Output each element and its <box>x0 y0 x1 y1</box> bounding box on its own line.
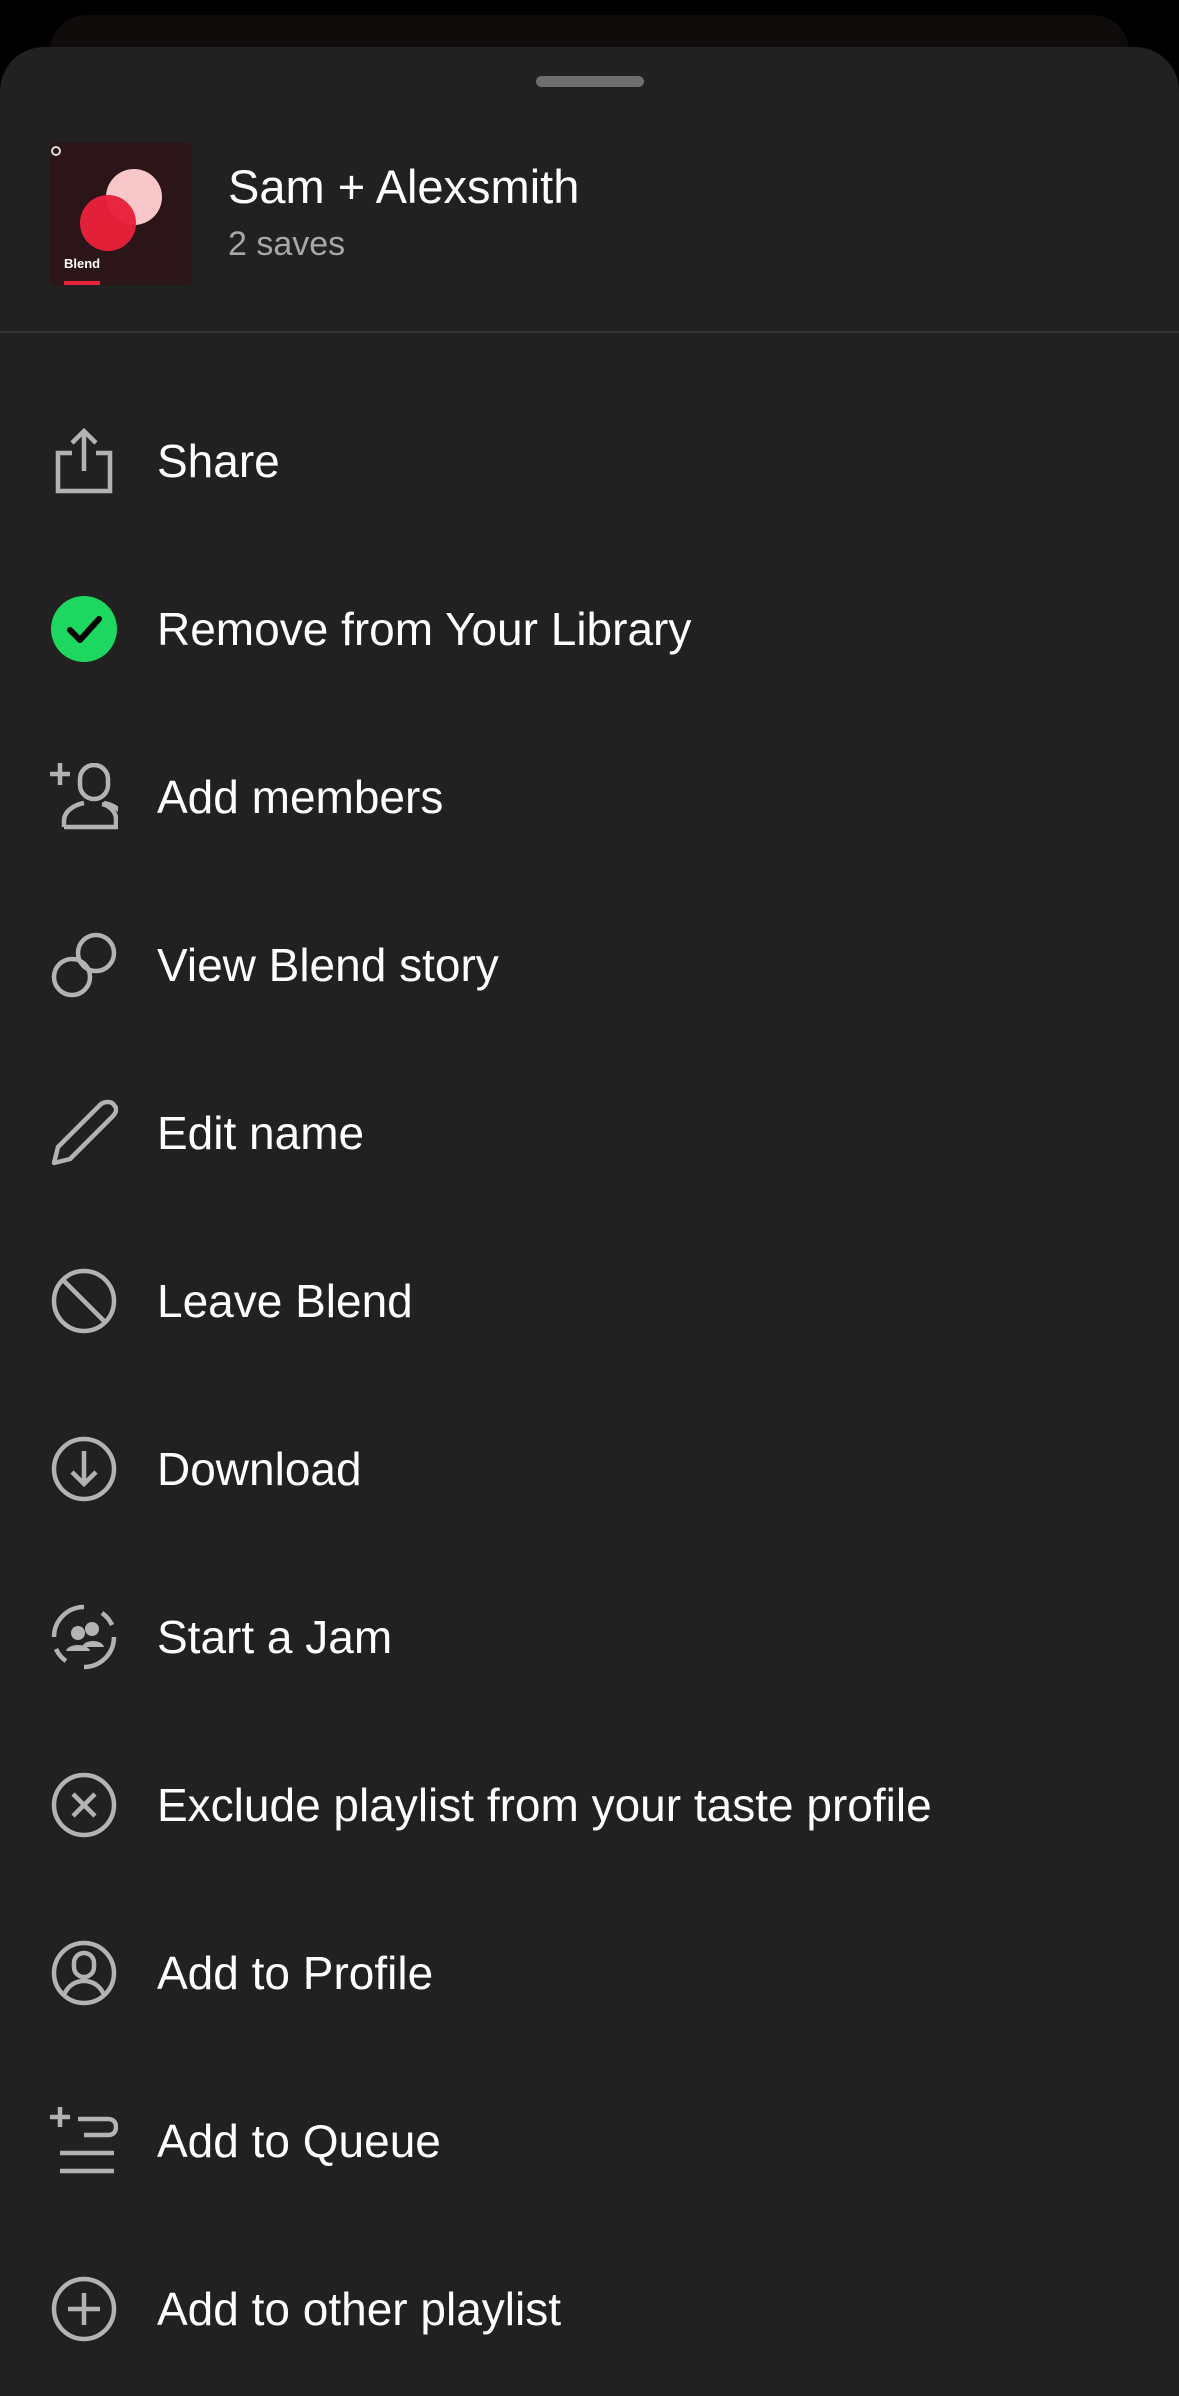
menu-item-add-members[interactable]: Add members <box>0 713 1179 881</box>
menu-label: Start a Jam <box>157 1611 393 1663</box>
share-icon <box>50 427 118 495</box>
menu-item-remove-from-library[interactable]: Remove from Your Library <box>0 545 1179 713</box>
add-person-icon <box>50 763 118 831</box>
menu-item-exclude-from-taste-profile[interactable]: Exclude playlist from your taste profile <box>0 1721 1179 1889</box>
playlist-cover: Blend <box>50 143 192 285</box>
block-icon <box>50 1267 118 1335</box>
menu-label: Add to Profile <box>157 1947 434 1999</box>
menu-item-add-to-profile[interactable]: Add to Profile <box>0 1889 1179 2057</box>
context-menu-sheet: Blend Sam + Alexsmith 2 saves Share Remo… <box>0 47 1179 2396</box>
menu-label: Edit name <box>157 1107 365 1159</box>
jam-icon <box>50 1603 118 1671</box>
playlist-title: Sam + Alexsmith <box>228 160 580 213</box>
menu-item-share[interactable]: Share <box>0 377 1179 545</box>
plus-circle-icon <box>50 2275 118 2343</box>
profile-icon <box>50 1939 118 2007</box>
menu-label: Add members <box>157 771 444 823</box>
menu-label: Share <box>157 435 280 487</box>
sheet-header: Blend Sam + Alexsmith 2 saves <box>0 47 1179 333</box>
menu-label: Download <box>157 1443 362 1495</box>
menu-item-start-a-jam[interactable]: Start a Jam <box>0 1553 1179 1721</box>
download-icon <box>50 1435 118 1503</box>
check-circle-icon <box>50 595 118 663</box>
menu-label: Add to Queue <box>157 2115 441 2167</box>
menu-label: Add to other playlist <box>157 2283 562 2335</box>
blend-circles-icon <box>50 931 118 999</box>
menu-label: Leave Blend <box>157 1275 413 1327</box>
menu-item-add-to-other-playlist[interactable]: Add to other playlist <box>0 2225 1179 2393</box>
menu-item-download[interactable]: Download <box>0 1385 1179 1553</box>
menu-item-add-to-queue[interactable]: Add to Queue <box>0 2057 1179 2225</box>
menu-label: Remove from Your Library <box>157 603 692 655</box>
menu-item-edit-name[interactable]: Edit name <box>0 1049 1179 1217</box>
cover-label: Blend <box>64 256 101 271</box>
menu-label: Exclude playlist from your taste profile <box>157 1779 932 1831</box>
menu-item-view-blend-story[interactable]: View Blend story <box>0 881 1179 1049</box>
close-circle-icon <box>50 1771 118 1839</box>
playlist-saves: 2 saves <box>228 225 346 263</box>
pencil-icon <box>50 1099 118 1167</box>
menu-list: Share Remove from Your Library Add membe… <box>0 377 1179 2393</box>
menu-item-leave-blend[interactable]: Leave Blend <box>0 1217 1179 1385</box>
queue-icon <box>50 2107 118 2175</box>
menu-label: View Blend story <box>157 939 499 991</box>
